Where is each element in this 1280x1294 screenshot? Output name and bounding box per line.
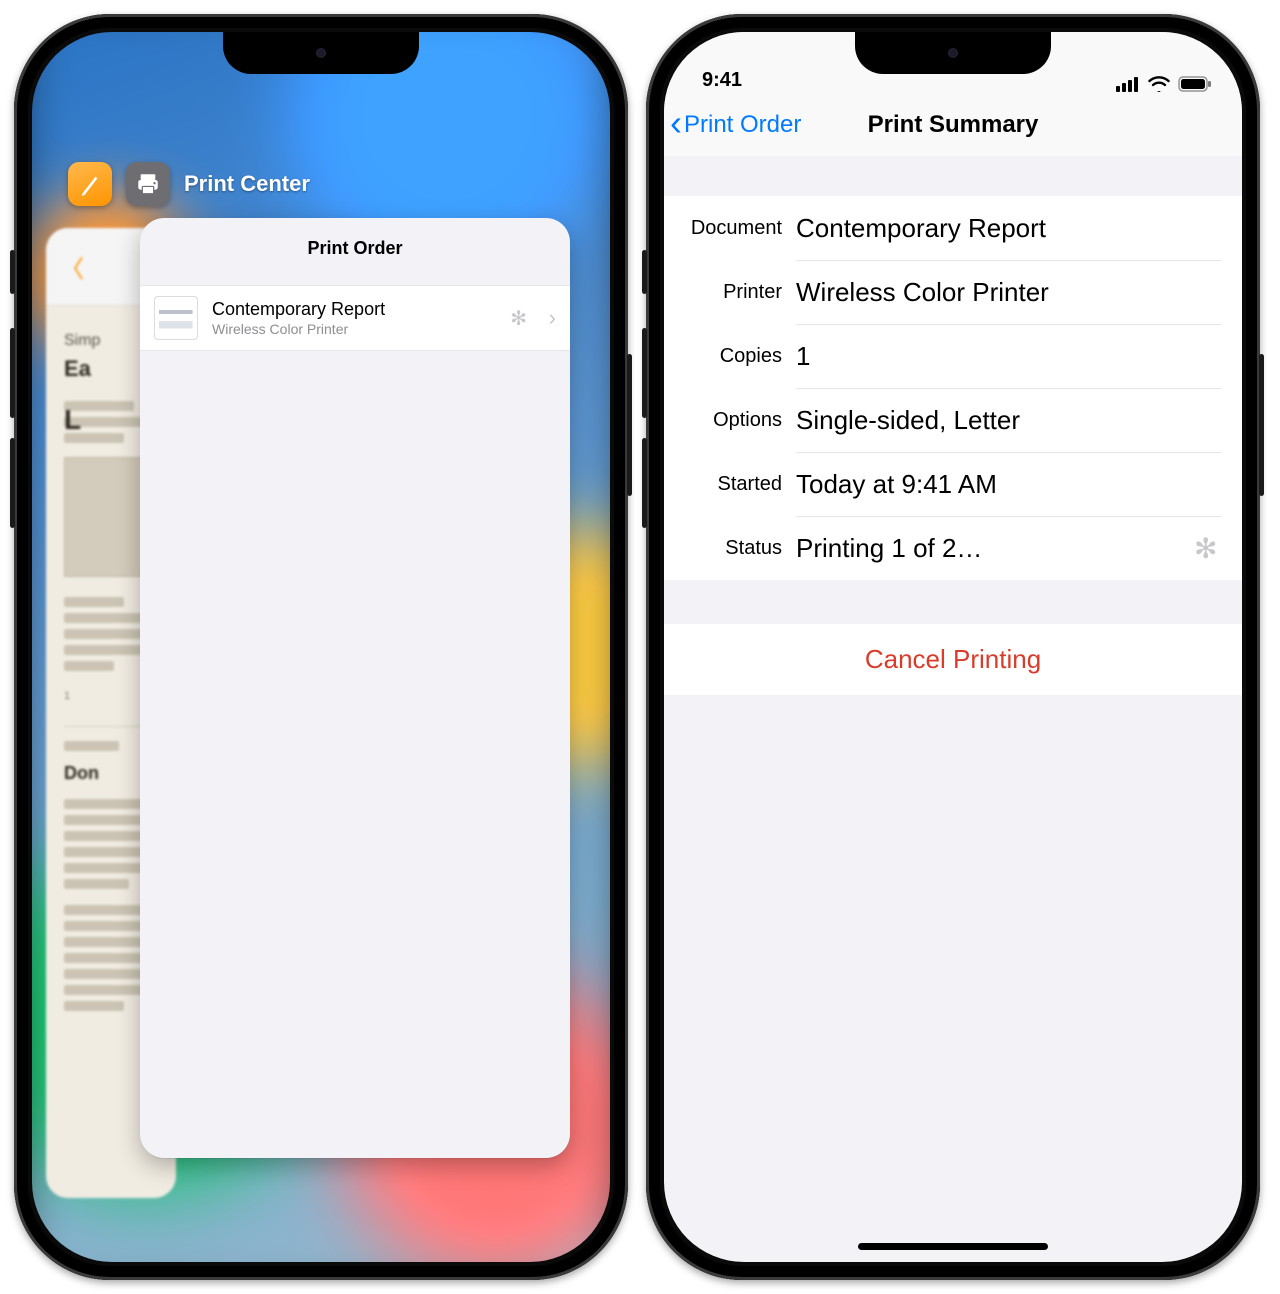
back-button-label: Print Order [684, 111, 801, 139]
label-options: Options [664, 388, 796, 452]
row-status: Status Printing 1 of 2… ✻ [664, 516, 1242, 580]
label-status: Status [664, 516, 796, 580]
label-printer: Printer [664, 260, 796, 324]
value-started: Today at 9:41 AM [796, 469, 1222, 500]
print-job-row[interactable]: Contemporary Report Wireless Color Print… [140, 285, 570, 351]
phone-right: 9:41 [646, 14, 1260, 1280]
chevron-right-icon: › [549, 305, 556, 331]
home-indicator[interactable] [858, 1243, 1048, 1250]
wifi-icon [1148, 76, 1170, 92]
pen-icon [79, 171, 101, 197]
print-job-printer: Wireless Color Printer [212, 321, 495, 339]
print-order-title: Print Order [140, 218, 570, 285]
cancel-printing-button[interactable]: Cancel Printing [664, 624, 1242, 695]
nav-bar: ‹ Print Order Print Summary [664, 94, 1242, 156]
chevron-left-icon: 〈 [60, 249, 84, 284]
value-printer: Wireless Color Printer [796, 277, 1222, 308]
spinner-icon: ✻ [1194, 535, 1222, 563]
back-button[interactable]: ‹ Print Order [664, 111, 801, 139]
status-time: 9:41 [702, 69, 742, 92]
battery-icon [1178, 76, 1212, 92]
label-started: Started [664, 452, 796, 516]
label-copies: Copies [664, 324, 796, 388]
screen-print-summary: 9:41 [664, 32, 1242, 1262]
screen-app-switcher: Print Center 〈 Simp Ea L 1 [32, 32, 610, 1262]
phone-left: Print Center 〈 Simp Ea L 1 [14, 14, 628, 1280]
switcher-card-print-center[interactable]: Print Order Contemporary Report Wireless… [140, 218, 570, 1158]
chevron-left-icon: ‹ [670, 112, 682, 134]
print-center-app-icon[interactable] [126, 162, 170, 206]
pages-app-icon[interactable] [68, 162, 112, 206]
printer-icon [135, 171, 161, 197]
row-document: Document Contemporary Report [664, 196, 1242, 260]
value-options: Single-sided, Letter [796, 405, 1222, 436]
switcher-app-label: Print Center [184, 171, 310, 197]
row-copies: Copies 1 [664, 324, 1242, 388]
summary-group: Document Contemporary Report Printer Wir… [664, 196, 1242, 580]
label-document: Document [664, 196, 796, 260]
value-status: Printing 1 of 2… [796, 533, 1184, 564]
document-thumbnail-icon [154, 296, 198, 340]
cellular-icon [1116, 76, 1140, 92]
row-options: Options Single-sided, Letter [664, 388, 1242, 452]
value-copies: 1 [796, 341, 1222, 372]
row-started: Started Today at 9:41 AM [664, 452, 1242, 516]
row-printer: Printer Wireless Color Printer [664, 260, 1242, 324]
print-job-title: Contemporary Report [212, 298, 495, 321]
value-document: Contemporary Report [796, 213, 1222, 244]
spinner-icon [509, 308, 529, 328]
